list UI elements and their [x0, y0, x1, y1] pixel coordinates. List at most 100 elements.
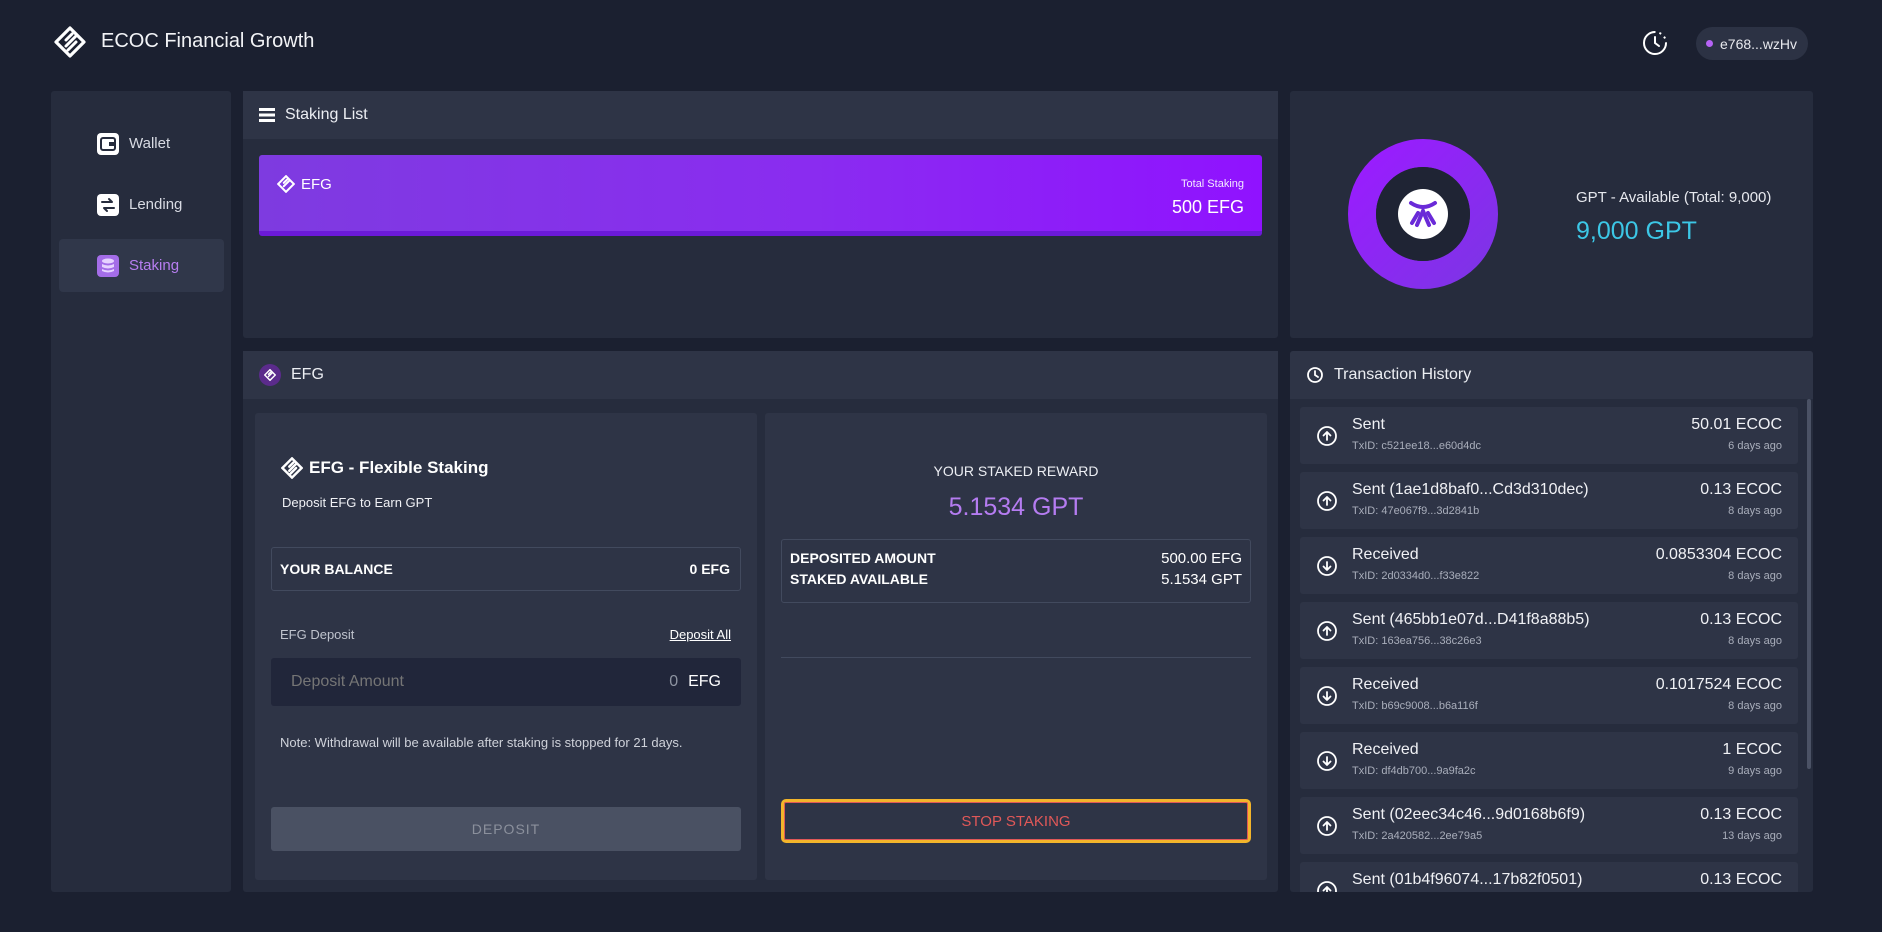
- app-title: ECOC Financial Growth: [101, 30, 315, 52]
- transaction-amount: 0.1017524 ECOC: [1655, 676, 1782, 693]
- transaction-amount: 0.13 ECOC: [1700, 806, 1782, 823]
- transaction-item[interactable]: Received TxID: b69c9008...b6a116f 0.101752…: [1300, 667, 1798, 724]
- sidebar-item-wallet[interactable]: Wallet: [59, 117, 224, 170]
- sidebar-item-label: Wallet: [129, 135, 171, 152]
- deposit-card: EFG - Flexible Staking Deposit EFG to Ea…: [255, 413, 757, 880]
- transaction-title: Sent (01b4f96074...17b82f0501): [1352, 871, 1583, 888]
- divider: [781, 657, 1251, 658]
- arrow-up-circle-icon: [1317, 426, 1337, 446]
- ecoc-logo-icon[interactable]: [54, 26, 86, 58]
- transaction-title: Received: [1352, 741, 1419, 758]
- deposited-summary-box: DEPOSITED AMOUNT 500.00 EFG STAKED AVAIL…: [781, 539, 1251, 603]
- transaction-item[interactable]: Sent (02eec34c46...9d0168b6f9) TxID: 2a42…: [1300, 797, 1798, 854]
- total-staking-value: 500 EFG: [1171, 197, 1244, 217]
- flexible-staking-title-text: EFG - Flexible Staking: [309, 458, 489, 477]
- transaction-id: TxID: 2a420582...2ee79a5: [1352, 830, 1483, 842]
- transaction-title: Sent (02eec34c46...9d0168b6f9): [1352, 806, 1586, 823]
- efg-staking-panel: EFG EFG - Flexible Staking Deposit EFG t…: [243, 351, 1278, 892]
- arrow-down-circle-icon: [1317, 556, 1337, 576]
- wallet-address: e768...wzHv: [1720, 35, 1798, 52]
- transaction-amount: 1 ECOC: [1722, 741, 1782, 758]
- deposit-all-link[interactable]: Deposit All: [670, 627, 731, 642]
- transaction-title: Sent: [1352, 416, 1385, 433]
- gpt-summary-panel: GPT - Available (Total: 9,000) 9,000 GPT: [1290, 91, 1813, 338]
- sidebar-item-lending[interactable]: Lending: [59, 178, 224, 231]
- gpt-available-label: GPT - Available (Total: 9,000): [1576, 189, 1772, 206]
- deposit-label: EFG Deposit: [280, 627, 355, 642]
- transaction-id: TxID: df4db700...9a9fa2c: [1352, 765, 1476, 777]
- arrow-down-circle-icon: [1317, 751, 1337, 771]
- transaction-amount: 50.01 ECOC: [1691, 416, 1782, 433]
- transaction-time: 8 days ago: [1728, 635, 1782, 647]
- flexible-staking-subtitle: Deposit EFG to Earn GPT: [282, 495, 433, 510]
- deposit-amount-input[interactable]: [291, 673, 670, 691]
- gpt-donut-chart: [1348, 139, 1498, 289]
- deposit-button[interactable]: DEPOSIT: [271, 807, 741, 851]
- transaction-time: 6 days ago: [1728, 440, 1782, 452]
- transaction-title: Sent (1ae1d8baf0...Cd3d310dec): [1352, 481, 1589, 498]
- exchange-icon: [97, 193, 119, 216]
- total-staking-label: Total Staking: [1181, 178, 1244, 190]
- transaction-item[interactable]: Sent (1ae1d8baf0...Cd3d310dec) TxID: 47e0…: [1300, 472, 1798, 529]
- withdrawal-note: Note: Withdrawal will be available after…: [280, 735, 683, 750]
- transaction-title: Received: [1352, 546, 1419, 563]
- deposit-amount-value: 0: [669, 673, 679, 690]
- efg-logo-icon: [277, 175, 295, 193]
- sidebar-item-staking[interactable]: Staking: [59, 239, 224, 292]
- staking-card-symbol: EFG: [277, 175, 332, 193]
- transaction-id: TxID: c521ee18...e60d4dc: [1352, 440, 1482, 452]
- transaction-item[interactable]: Sent (465bb1e07d...D41f8a88b5) TxID: 163e…: [1300, 602, 1798, 659]
- transaction-time: 9 days ago: [1728, 765, 1782, 777]
- app-header: ECOC Financial Growth e768...wzHv: [0, 0, 1882, 88]
- transaction-time: 8 days ago: [1728, 570, 1782, 582]
- database-icon: [97, 254, 119, 277]
- clock-history-icon[interactable]: [1640, 28, 1670, 58]
- transaction-item[interactable]: Received TxID: df4db700...9a9fa2c 1 ECOC 9 …: [1300, 732, 1798, 789]
- arrow-up-circle-icon: [1317, 881, 1337, 892]
- gpt-available-value: 9,000 GPT: [1576, 217, 1697, 245]
- arrow-up-circle-icon: [1317, 491, 1337, 511]
- efg-token-icon: [259, 364, 281, 386]
- transaction-item[interactable]: Received TxID: 2d0334d0...f33e822 0.085330…: [1300, 537, 1798, 594]
- list-icon: [259, 108, 275, 122]
- transaction-amount: 0.13 ECOC: [1700, 481, 1782, 498]
- deposited-amount-value: 500.00 EFG: [1161, 550, 1242, 567]
- transaction-list: Sent TxID: c521ee18...e60d4dc 50.01 ECOC 6 …: [1300, 407, 1798, 892]
- sidebar-item-label: Lending: [129, 196, 183, 213]
- staking-list-panel: Staking List EFG Total Staking 500 EFG: [243, 91, 1278, 338]
- arrow-down-circle-icon: [1317, 686, 1337, 706]
- status-dot: [1706, 40, 1713, 47]
- clock-icon: [1307, 367, 1323, 383]
- panel-title: Transaction History: [1334, 366, 1472, 383]
- transaction-history-panel: Transaction History Sent TxID: c521ee18..…: [1290, 351, 1813, 892]
- scrollbar[interactable]: [1807, 399, 1811, 769]
- panel-title: EFG: [291, 366, 324, 383]
- wallet-address-chip[interactable]: e768...wzHv: [1696, 27, 1809, 60]
- stop-staking-button[interactable]: STOP STAKING: [781, 799, 1251, 843]
- transaction-title: Sent (465bb1e07d...D41f8a88b5): [1352, 611, 1590, 628]
- transaction-time: 13 days ago: [1722, 830, 1782, 842]
- efg-logo-icon: [281, 457, 303, 479]
- reward-card: YOUR STAKED REWARD 5.1534 GPT DEPOSITED …: [765, 413, 1267, 880]
- balance-label: YOUR BALANCE: [280, 561, 393, 577]
- panel-header: Staking List: [243, 91, 1278, 139]
- transaction-item[interactable]: Sent TxID: c521ee18...e60d4dc 50.01 ECOC 6 …: [1300, 407, 1798, 464]
- staked-available-label: STAKED AVAILABLE: [790, 571, 928, 587]
- deposit-amount-field[interactable]: 0 EFG: [271, 658, 741, 706]
- flexible-staking-title: EFG - Flexible Staking: [281, 457, 488, 479]
- balance-box: YOUR BALANCE 0 EFG: [271, 547, 741, 591]
- transaction-item[interactable]: Sent (01b4f96074...17b82f0501) 0.13 ECOC: [1300, 862, 1798, 892]
- staked-reward-label: YOUR STAKED REWARD: [933, 463, 1099, 479]
- deposited-amount-label: DEPOSITED AMOUNT: [790, 550, 936, 566]
- panel-header: Transaction History: [1290, 351, 1813, 399]
- transaction-time: 8 days ago: [1728, 700, 1782, 712]
- sidebar: Wallet Lending Staking: [51, 91, 231, 892]
- panel-title: Staking List: [285, 106, 368, 123]
- sidebar-item-label: Staking: [129, 257, 180, 274]
- wallet-icon: [97, 132, 119, 155]
- staking-card-efg[interactable]: EFG Total Staking 500 EFG: [259, 155, 1262, 236]
- transaction-id: TxID: 47e067f9...3d2841b: [1352, 505, 1480, 517]
- transaction-time: 8 days ago: [1728, 505, 1782, 517]
- transaction-id: TxID: 2d0334d0...f33e822: [1352, 570, 1480, 582]
- staked-reward-value: 5.1534 GPT: [948, 493, 1084, 521]
